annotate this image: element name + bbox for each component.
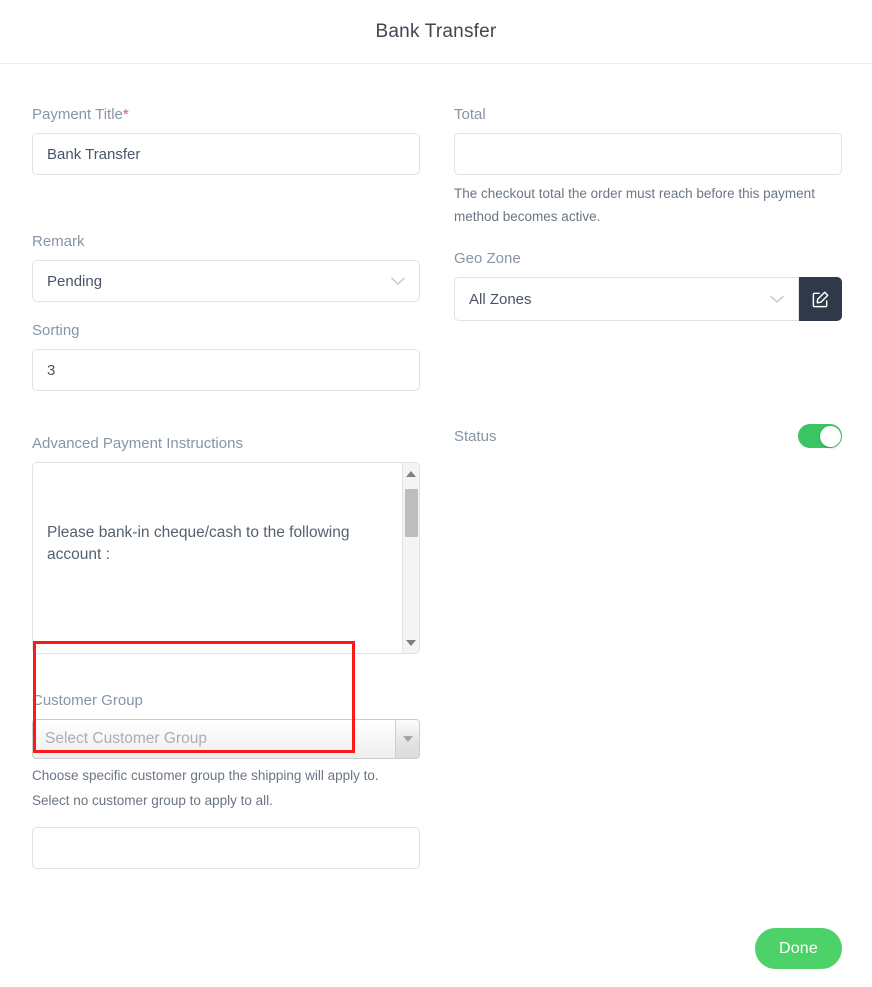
- textarea-scrollbar[interactable]: [402, 463, 419, 653]
- modal-body: Payment Title* Remark Pending Sorting: [0, 64, 872, 869]
- field-geo-zone: Geo Zone All Zones: [454, 250, 842, 322]
- payment-title-input[interactable]: [32, 133, 420, 175]
- customer-group-help: Choose specific customer group the shipp…: [32, 765, 420, 812]
- scroll-down-arrow-icon[interactable]: [403, 634, 419, 651]
- form-column-left: Payment Title* Remark Pending Sorting: [32, 106, 420, 869]
- geo-zone-selected-value: All Zones: [469, 290, 532, 308]
- payment-title-label-text: Payment Title: [32, 106, 123, 123]
- page-title: Bank Transfer: [375, 20, 497, 42]
- advanced-payment-instructions-label: Advanced Payment Instructions: [32, 435, 243, 452]
- modal-header: Bank Transfer: [0, 0, 872, 64]
- spacer-r2: [454, 321, 842, 415]
- dropdown-caret-icon[interactable]: [395, 720, 419, 758]
- sorting-input[interactable]: [32, 349, 420, 391]
- geo-zone-edit-button[interactable]: [799, 277, 842, 322]
- status-toggle-knob: [819, 425, 841, 447]
- total-label: Total: [454, 106, 486, 123]
- modal-footer: Done: [754, 928, 842, 969]
- spacer-r1: [454, 228, 842, 250]
- field-payment-title: Payment Title*: [32, 106, 420, 175]
- geo-zone-select[interactable]: All Zones: [454, 277, 800, 322]
- chevron-down-icon: [391, 277, 405, 286]
- geo-zone-input-group: All Zones: [454, 277, 842, 322]
- chevron-down-icon: [770, 295, 785, 304]
- remark-label: Remark: [32, 233, 85, 250]
- payment-title-label: Payment Title*: [32, 106, 420, 123]
- instructions-blank-line: [47, 611, 383, 626]
- field-status: Status: [454, 415, 842, 457]
- extra-input[interactable]: [32, 826, 420, 869]
- done-button[interactable]: Done: [754, 928, 842, 969]
- field-advanced-payment-instructions: Advanced Payment Instructions Please ban…: [32, 435, 420, 654]
- scroll-up-arrow-icon[interactable]: [403, 465, 419, 482]
- edit-square-icon: [811, 290, 830, 309]
- required-asterisk: *: [122, 106, 129, 123]
- field-total: Total The checkout total the order must …: [454, 106, 842, 228]
- scrollbar-thumb[interactable]: [405, 489, 418, 537]
- textarea-content: Please bank-in cheque/cash to the follow…: [33, 463, 393, 653]
- remark-selected-value: Pending: [47, 272, 103, 290]
- status-label: Status: [454, 427, 497, 445]
- status-toggle[interactable]: [798, 424, 842, 449]
- field-customer-group: Customer Group Select Customer Group Cho…: [32, 692, 420, 869]
- customer-group-placeholder: Select Customer Group: [45, 730, 207, 747]
- customer-group-label: Customer Group: [32, 692, 143, 709]
- total-input[interactable]: [454, 133, 842, 175]
- form-columns: Payment Title* Remark Pending Sorting: [32, 106, 842, 869]
- customer-group-help-line-1: Choose specific customer group the shipp…: [32, 768, 379, 783]
- field-remark: Remark Pending: [32, 233, 420, 302]
- advanced-payment-instructions-textarea[interactable]: Please bank-in cheque/cash to the follow…: [32, 462, 420, 654]
- field-sorting: Sorting: [32, 322, 420, 391]
- customer-group-select[interactable]: Select Customer Group: [32, 719, 420, 759]
- total-help-text: The checkout total the order must reach …: [454, 186, 815, 225]
- sorting-label: Sorting: [32, 322, 80, 339]
- customer-group-help-line-2: Select no customer group to apply to all…: [32, 792, 273, 808]
- geo-zone-label: Geo Zone: [454, 250, 521, 268]
- form-column-right: Total The checkout total the order must …: [454, 106, 842, 869]
- instructions-intro: Please bank-in cheque/cash to the follow…: [47, 523, 354, 563]
- remark-select[interactable]: Pending: [32, 260, 420, 302]
